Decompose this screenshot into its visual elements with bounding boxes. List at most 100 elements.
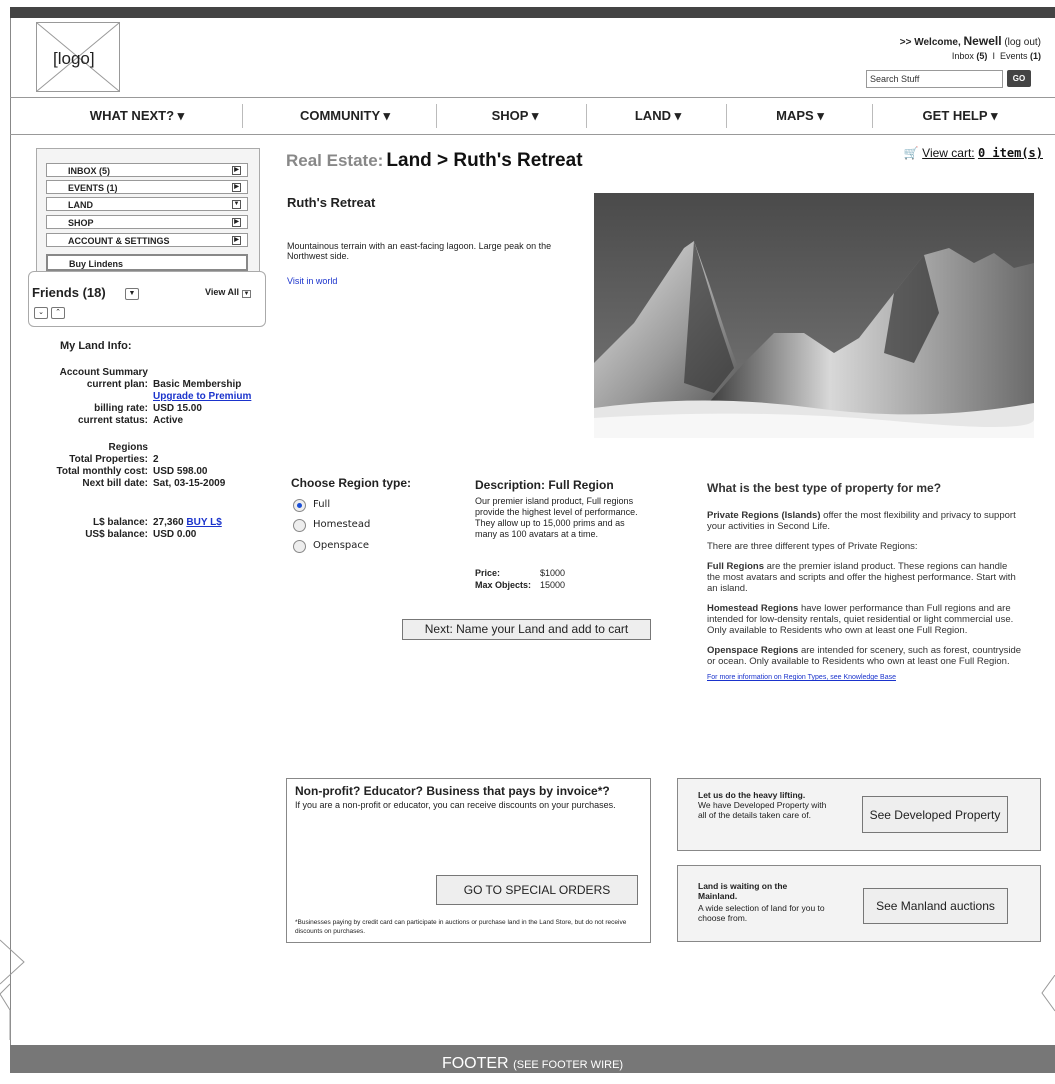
arrow-right-icon: ▶ [232, 183, 241, 192]
search-input[interactable]: Search Stuff [866, 70, 1003, 88]
special-orders-footnote: *Businesses paying by credit card can pa… [295, 919, 627, 935]
cart-icon: 🛒 [903, 146, 919, 160]
see-mainland-auctions-button[interactable]: See Manland auctions [863, 888, 1008, 924]
arrow-right-icon: ▶ [232, 166, 241, 175]
nav-shop[interactable]: SHOP ▾ [450, 98, 580, 134]
welcome-line: >> Welcome, Newell (log out) [900, 34, 1041, 48]
special-orders-panel: Non-profit? Educator? Business that pays… [286, 778, 651, 943]
nav-land[interactable]: LAND ▾ [598, 98, 718, 134]
upgrade-link[interactable]: Upgrade to Premium [153, 391, 251, 402]
events-link[interactable]: Events (1) [1000, 51, 1041, 61]
view-cart-link[interactable]: 🛒 View cart: 0 item(s) [904, 146, 1043, 160]
collapse-up-icon[interactable]: ⌃ [51, 307, 65, 319]
region-option-label: Homestead [313, 519, 371, 530]
user-name: Newell [963, 34, 1002, 48]
billing-rate-value: USD 15.00 [153, 403, 202, 414]
footer: FOOTER (SEE FOOTER WIRE) [10, 1045, 1055, 1073]
monthly-cost-value: USD 598.00 [153, 466, 208, 477]
ls-balance-value: 27,360 BUY L$ [153, 517, 222, 528]
arrow-down-icon: ▼ [232, 200, 241, 209]
footer-note: (SEE FOOTER WIRE) [513, 1059, 624, 1071]
sidebar-item-account-settings[interactable]: ACCOUNT & SETTINGS ▶ [46, 233, 248, 247]
auctions-text: A wide selection of land for you to choo… [698, 903, 825, 923]
sidebar-item-inbox[interactable]: INBOX (5) ▶ [46, 163, 248, 177]
arrow-right-icon: ▶ [232, 236, 241, 245]
us-balance-label: US$ balance: [85, 529, 148, 540]
logo[interactable]: [logo] [36, 22, 120, 92]
current-plan-label: current plan: [86, 379, 148, 390]
knowledge-base-link[interactable]: For more information on Region Types, se… [707, 672, 1023, 683]
current-status-label: current status: [77, 415, 148, 426]
friends-panel: Friends (18) ▼ View All ▼ ⌄ ⌃ [28, 271, 266, 327]
friends-dropdown-icon[interactable]: ▼ [125, 288, 139, 300]
inbox-events-line: Inbox (5) I Events (1) [952, 51, 1041, 61]
search-go-button[interactable]: GO [1007, 70, 1031, 87]
view-all-link[interactable]: View All ▼ [205, 287, 252, 298]
radio-full[interactable] [293, 499, 306, 512]
see-developed-property-button[interactable]: See Developed Property [862, 796, 1008, 833]
developed-title: Let us do the heavy lifting. [698, 790, 806, 800]
info-full: Full Regions are the premier island prod… [707, 561, 1016, 594]
special-orders-title: Non-profit? Educator? Business that pays… [295, 784, 610, 798]
inbox-link[interactable]: Inbox (5) [952, 51, 988, 61]
sidebar-item-shop[interactable]: SHOP ▶ [46, 215, 248, 229]
description-title: Description: Full Region [475, 478, 614, 492]
nav-maps[interactable]: MAPS ▾ [740, 98, 860, 134]
page-title: Real Estate: Land > Ruth's Retreat [286, 150, 583, 172]
next-bill-label: Next bill date: [82, 478, 148, 489]
description-text: Our premier island product, Full regions… [475, 496, 638, 539]
next-add-to-cart-button[interactable]: Next: Name your Land and add to cart [402, 619, 651, 640]
monthly-cost-label: Total monthly cost: [56, 466, 148, 477]
radio-openspace[interactable] [293, 540, 306, 553]
sidebar-menu: INBOX (5) ▶ EVENTS (1) ▶ LAND ▼ SHOP ▶ ACCOU… [36, 148, 260, 278]
price-label: Price: [475, 568, 501, 578]
chevron-down-icon: ▾ [383, 108, 391, 123]
logout-link[interactable]: (log out) [1004, 37, 1041, 48]
auctions-title: Land is waiting on the Mainland. [698, 881, 788, 901]
info-title: What is the best type of property for me… [707, 481, 942, 495]
info-openspace: Openspace Regions are intended for scene… [707, 645, 1022, 667]
footer-label: FOOTER [441, 1055, 509, 1072]
property-description: Mountainous terrain with an east-facing … [287, 241, 552, 261]
region-option-label: Openspace [313, 540, 370, 551]
ls-balance-label: L$ balance: [92, 517, 148, 528]
developed-text: We have Developed Property with all of t… [698, 800, 827, 820]
land-info-title: My Land Info: [60, 340, 132, 352]
special-orders-button[interactable]: GO TO SPECIAL ORDERS [436, 875, 638, 905]
nav-get-help[interactable]: GET HELP ▾ [890, 98, 1030, 134]
billing-rate-label: billing rate: [94, 403, 148, 414]
next-bill-value: Sat, 03-15-2009 [153, 478, 226, 489]
developed-property-panel: Let us do the heavy lifting. We have Dev… [677, 778, 1041, 851]
sidebar-item-buy-lindens[interactable]: Buy Lindens [46, 254, 248, 271]
chevron-down-icon: ▾ [817, 108, 824, 123]
info-homestead: Homestead Regions have lower performance… [707, 603, 1014, 636]
property-title: Ruth's Retreat [287, 195, 376, 210]
visit-in-world-link[interactable]: Visit in world [287, 276, 337, 286]
choose-region-title: Choose Region type: [291, 476, 412, 490]
top-bar [10, 7, 1055, 18]
expand-down-icon[interactable]: ⌄ [34, 307, 48, 319]
chevron-down-icon: ▾ [674, 108, 682, 123]
sidebar-item-land[interactable]: LAND ▼ [46, 197, 248, 211]
left-scroll-chevron-icon[interactable] [0, 930, 30, 1040]
us-balance-value: USD 0.00 [153, 529, 197, 540]
account-summary-label: Account Summary [59, 367, 148, 378]
radio-homestead[interactable] [293, 519, 306, 532]
regions-label: Regions [108, 442, 148, 453]
max-objects-label: Max Objects: [475, 580, 532, 590]
terrain-image [594, 193, 1034, 438]
buy-ls-link[interactable]: BUY L$ [186, 517, 221, 528]
right-scroll-chevron-icon[interactable] [1038, 975, 1055, 1035]
mainland-auctions-panel: Land is waiting on the Mainland. A wide … [677, 865, 1041, 942]
region-option-label: Full [313, 499, 331, 510]
chevron-down-icon: ▾ [177, 108, 185, 123]
friends-label: Friends (18) [32, 285, 106, 300]
property-image [594, 193, 1034, 438]
arrow-right-icon: ▶ [232, 218, 241, 227]
nav-community[interactable]: COMMUNITY ▾ [270, 98, 420, 134]
nav-what-next[interactable]: WHAT NEXT? ▾ [62, 98, 212, 134]
current-status-value: Active [153, 415, 184, 426]
chevron-down-icon: ▾ [531, 108, 539, 123]
sidebar-item-events[interactable]: EVENTS (1) ▶ [46, 180, 248, 194]
page-title-prefix: Real Estate: [286, 151, 384, 170]
